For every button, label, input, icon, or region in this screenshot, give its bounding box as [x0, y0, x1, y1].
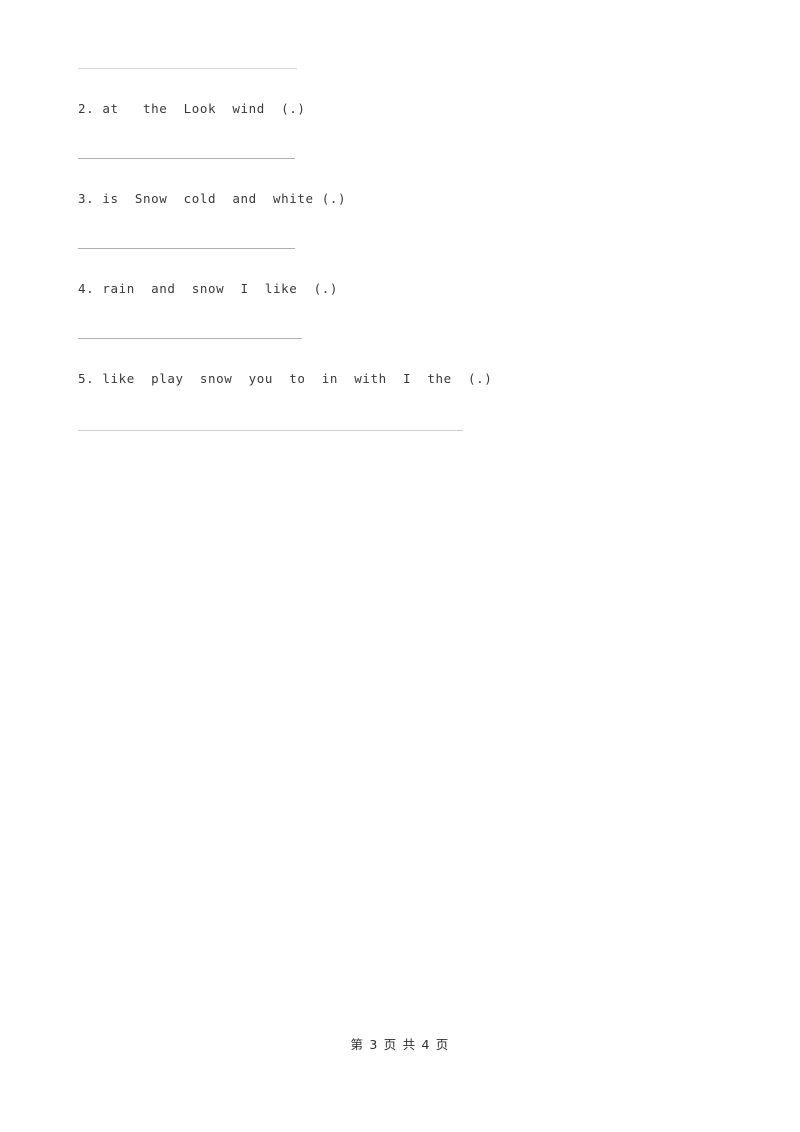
exercise-item-2: 2. at the Look wind (.) [78, 101, 306, 117]
exercise-4-text: 4. rain and snow I like (.) [78, 281, 339, 296]
exercise-5-text: 5. like play snow you to in with I the (… [78, 371, 493, 386]
exercise-item-5: 5. like play snow you to in with I the (… [78, 371, 492, 387]
answer-line-2 [78, 158, 295, 159]
answer-line-3 [78, 248, 295, 249]
page-number-label: 第 3 页 共 4 页 [350, 1037, 450, 1052]
exercise-3-text: 3. is Snow cold and white (.) [78, 191, 347, 206]
answer-line-5 [78, 430, 463, 431]
answer-line-1 [78, 68, 297, 69]
answer-line-4 [78, 338, 302, 339]
document-page: 2. at the Look wind (.) 3. is Snow cold … [0, 0, 800, 1132]
exercise-2-text: 2. at the Look wind (.) [78, 101, 306, 116]
exercise-item-4: 4. rain and snow I like (.) [78, 281, 338, 297]
page-footer: 第 3 页 共 4 页 [0, 1034, 800, 1053]
exercise-item-3: 3. is Snow cold and white (.) [78, 191, 346, 207]
